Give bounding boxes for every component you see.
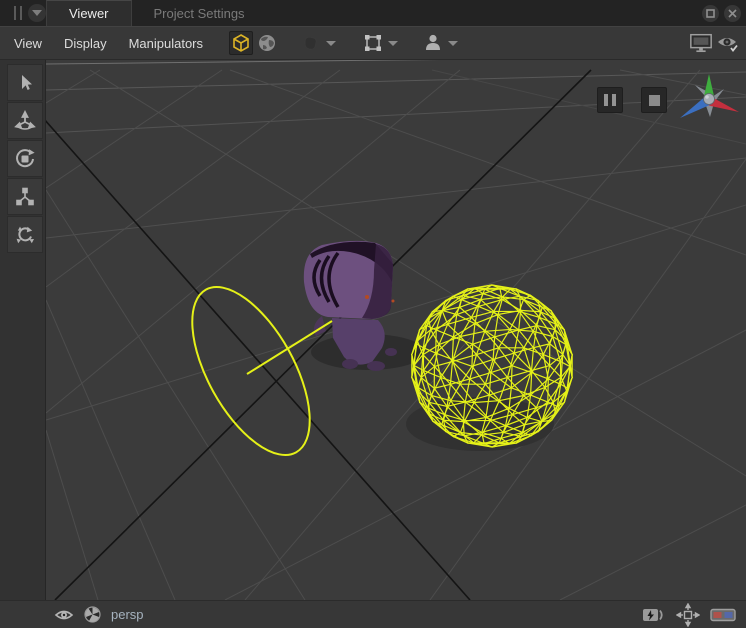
camera-speed-icon[interactable] [642,606,666,624]
tab-bar: Viewer Project Settings [0,0,746,26]
viewport-background [46,60,746,600]
character-button[interactable] [421,31,445,55]
chevron-down-icon[interactable] [326,40,337,46]
scale-icon [16,187,34,205]
tab-list-dropdown-button[interactable] [28,4,46,22]
stereo-glasses-icon[interactable] [710,606,736,624]
rotate-icon [16,148,35,167]
eye-check-icon [718,38,738,52]
monitor-icon [690,33,712,53]
tab-project-settings[interactable]: Project Settings [132,0,267,26]
close-icon [728,8,737,18]
viewport-3d[interactable] [46,60,746,600]
pause-icon [604,94,616,106]
tab-project-settings-label: Project Settings [153,5,245,21]
pause-button[interactable] [597,87,623,113]
drag-handle-icon[interactable] [14,6,22,20]
globe-display-button[interactable] [255,31,279,55]
display-monitor-button[interactable] [689,31,713,55]
chevron-down-icon [32,10,42,16]
restore-icon [706,8,715,18]
selection-box-icon [365,35,382,51]
camera-name-label[interactable]: persp [111,607,144,622]
viewport-canvas[interactable] [46,60,746,600]
chevron-down-icon[interactable] [448,40,459,46]
menu-view[interactable]: View [0,36,53,51]
tab-viewer[interactable]: Viewer [46,0,132,26]
chevron-down-icon[interactable] [388,40,399,46]
gizmo-center-highlight [705,95,709,99]
stop-icon [648,94,660,106]
cursor-icon [22,74,32,90]
rotate-tool-button[interactable] [7,140,43,177]
menu-bar: View Display Manipulators [0,26,746,60]
menu-display[interactable]: Display [53,36,118,51]
visibility-eye-icon[interactable] [54,607,74,623]
gizmo-center [703,93,715,105]
menu-manipulators[interactable]: Manipulators [118,36,214,51]
stop-button[interactable] [641,87,667,113]
manipulator-toolbar [0,60,46,600]
cube-display-toggle-button[interactable] [229,31,254,55]
viewer-window: Viewer Project Settings View Display Man… [0,0,746,628]
select-tool-button[interactable] [7,64,43,101]
status-bar: persp [0,600,746,628]
capture-button-disabled[interactable] [299,31,323,55]
person-icon [426,34,441,50]
close-button[interactable] [724,4,741,22]
capture-icon [304,36,317,50]
scale-tool-button[interactable] [7,178,43,215]
cube-icon [233,34,249,52]
pan-arrows-icon[interactable] [676,602,700,627]
visibility-toggle-button[interactable] [716,31,740,55]
move-icon [14,109,36,130]
restore-button[interactable] [702,4,719,22]
transform-all-tool-button[interactable] [7,216,43,253]
camera-aperture-icon[interactable] [84,606,101,623]
tab-viewer-label: Viewer [69,6,109,21]
globe-icon [259,35,276,51]
transform-all-icon [16,226,34,243]
move-tool-button[interactable] [7,102,43,139]
selection-mode-button[interactable] [361,31,385,55]
